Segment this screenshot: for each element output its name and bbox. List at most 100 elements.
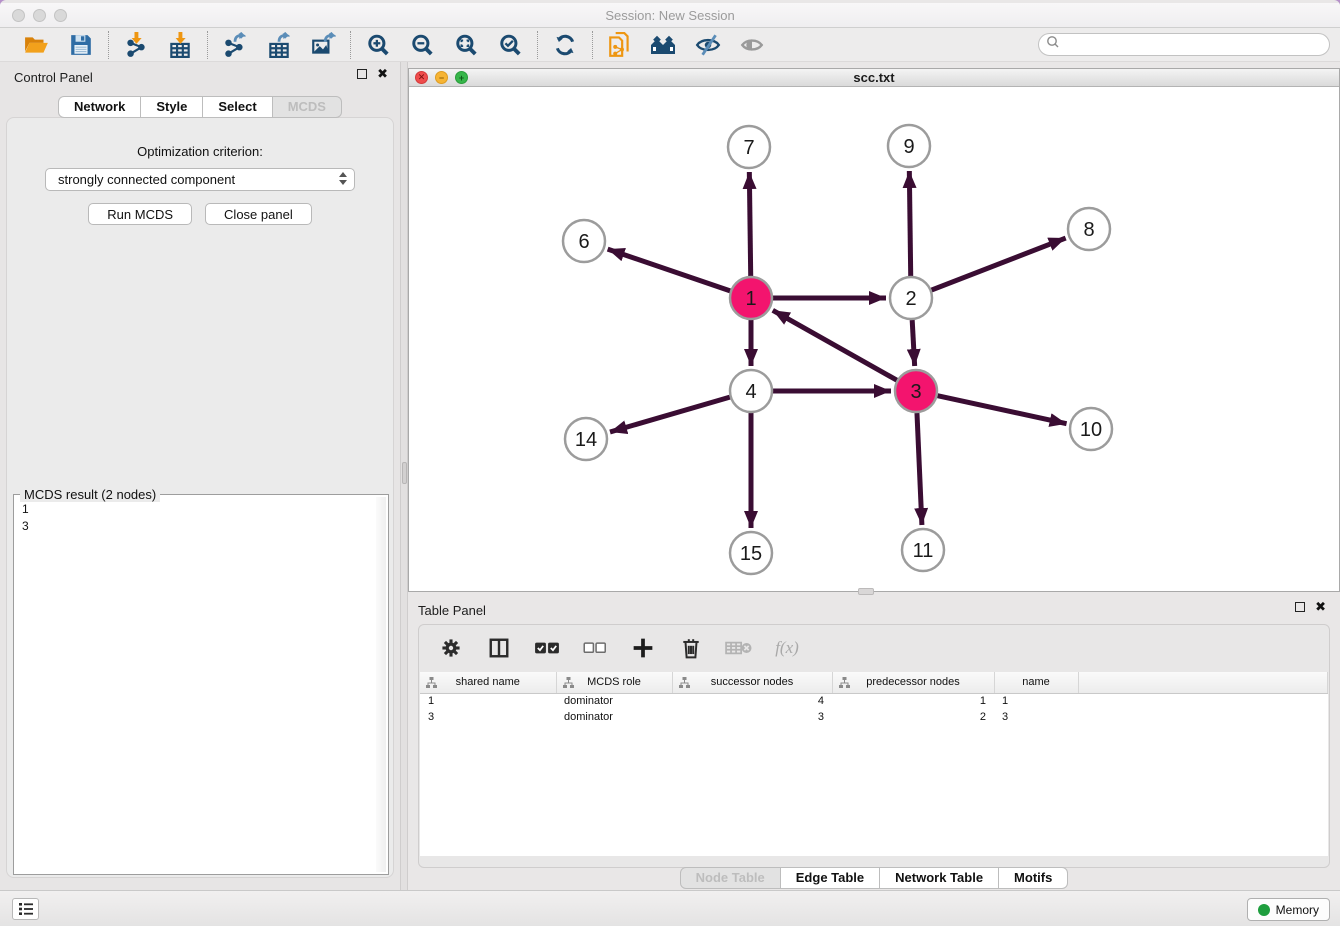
criterion-dropdown[interactable]: strongly connected component [45,168,355,191]
close-table-panel-icon[interactable]: ✖ [1315,602,1326,612]
graph-edge-2-8[interactable] [932,238,1066,290]
add-column-icon[interactable] [629,634,657,662]
tab-edge-table[interactable]: Edge Table [781,867,880,889]
select-all-checks-icon[interactable] [533,634,561,662]
column-header-shared-name[interactable]: shared name [420,672,556,693]
graph-edge-1-6[interactable] [608,249,731,291]
refresh-icon[interactable] [551,31,579,59]
graph-node-2[interactable]: 2 [890,277,932,319]
search-icon [1045,34,1061,55]
tab-mcds[interactable]: MCDS [273,96,342,118]
zoom-fit-icon[interactable] [452,31,480,59]
window-title: Session: New Session [0,8,1340,23]
function-builder-icon[interactable]: f(x) [773,634,801,662]
control-panel-title: Control Panel [14,70,93,85]
save-session-icon[interactable] [67,31,95,59]
split-columns-icon[interactable] [485,634,513,662]
memory-label: Memory [1276,903,1319,917]
new-network-from-selection-icon[interactable] [606,31,634,59]
result-line: 1 [22,501,376,518]
graph-node-15[interactable]: 15 [730,532,772,574]
column-header-predecessor-nodes[interactable]: predecessor nodes [832,672,994,693]
deselect-checks-icon[interactable] [581,634,609,662]
zoom-in-icon[interactable] [364,31,392,59]
column-header-name[interactable]: name [994,672,1078,693]
zoom-selected-icon[interactable] [496,31,524,59]
svg-text:6: 6 [578,231,589,253]
graph-node-10[interactable]: 10 [1070,408,1112,450]
optimization-criterion-label: Optimization criterion: [7,144,393,159]
svg-text:4: 4 [745,381,756,403]
graph-edge-3-11[interactable] [917,413,922,525]
graph-node-3[interactable]: 3 [895,370,937,412]
table-toolbar: f(x) [419,625,1329,671]
float-table-panel-icon[interactable] [1295,602,1305,612]
graph-node-11[interactable]: 11 [902,529,944,571]
node-table: shared nameMCDS rolesuccessor nodesprede… [420,672,1328,856]
hide-selected-icon[interactable] [694,31,722,59]
titlebar: Session: New Session [0,3,1340,28]
graph-node-4[interactable]: 4 [730,370,772,412]
mcds-result-text[interactable]: 13 [16,497,376,872]
graph-node-1[interactable]: 1 [730,277,772,319]
graph-node-6[interactable]: 6 [563,220,605,262]
float-panel-icon[interactable] [357,69,367,79]
table-panel-title: Table Panel [418,603,486,618]
mcds-result-box: MCDS result (2 nodes) 13 [13,494,389,875]
table-container: f(x) shared nameMCDS rolesuccessor nodes… [418,624,1330,868]
export-network-icon[interactable] [221,31,249,59]
zoom-out-icon[interactable] [408,31,436,59]
show-hidden-icon[interactable] [738,31,766,59]
result-scrollbar[interactable] [376,497,386,872]
table-row[interactable]: 1dominator411 [420,693,1328,709]
open-file-icon[interactable] [23,31,51,59]
import-table-icon[interactable] [166,31,194,59]
graph-edge-3-1[interactable] [773,310,897,380]
svg-text:3: 3 [910,381,921,403]
close-panel-button[interactable]: Close panel [205,203,312,225]
result-line: 3 [22,518,376,535]
graph-node-8[interactable]: 8 [1068,208,1110,250]
dropdown-stepper-icon [339,172,347,185]
run-mcds-button[interactable]: Run MCDS [88,203,192,225]
control-panel: Control Panel ✖ NetworkStyleSelectMCDS O… [0,62,400,890]
tab-select[interactable]: Select [203,96,272,118]
tab-network[interactable]: Network [58,96,141,118]
table-row[interactable]: 3dominator323 [420,709,1328,725]
vertical-splitter[interactable] [400,62,408,890]
svg-text:8: 8 [1083,219,1094,241]
memory-button[interactable]: Memory [1247,898,1330,921]
status-bar: Memory [0,890,1340,926]
graph-edge-2-3[interactable] [912,320,914,366]
graph-node-7[interactable]: 7 [728,126,770,168]
search-input[interactable] [1061,36,1329,54]
export-table-icon[interactable] [265,31,293,59]
splitter-handle[interactable] [402,462,407,484]
graph-edge-2-9[interactable] [909,171,910,276]
column-header-successor-nodes[interactable]: successor nodes [672,672,832,693]
graph-edge-1-7[interactable] [749,172,750,276]
settings-gear-icon[interactable] [437,634,465,662]
tab-style[interactable]: Style [141,96,203,118]
task-history-button[interactable] [12,898,39,920]
close-panel-icon[interactable]: ✖ [377,69,388,79]
import-network-icon[interactable] [122,31,150,59]
tab-network-table[interactable]: Network Table [880,867,999,889]
export-image-icon[interactable] [309,31,337,59]
graph-node-9[interactable]: 9 [888,125,930,167]
mcds-panel: Optimization criterion: strongly connect… [6,117,394,878]
graph-edge-4-14[interactable] [610,397,730,432]
tab-node-table[interactable]: Node Table [680,867,781,889]
graph-node-14[interactable]: 14 [565,418,607,460]
memory-status-icon [1258,904,1270,916]
network-canvas[interactable]: 7 9 6 8 1 2 4 3 14 10 15 11 [409,87,1339,591]
delete-column-icon[interactable] [677,634,705,662]
delete-table-icon[interactable] [725,634,753,662]
tab-motifs[interactable]: Motifs [999,867,1068,889]
first-neighbors-icon[interactable] [650,31,678,59]
horizontal-splitter-handle[interactable] [858,588,874,595]
main-toolbar [0,28,1340,62]
svg-text:2: 2 [905,288,916,310]
column-header-MCDS-role[interactable]: MCDS role [556,672,672,693]
graph-edge-3-10[interactable] [937,396,1066,424]
